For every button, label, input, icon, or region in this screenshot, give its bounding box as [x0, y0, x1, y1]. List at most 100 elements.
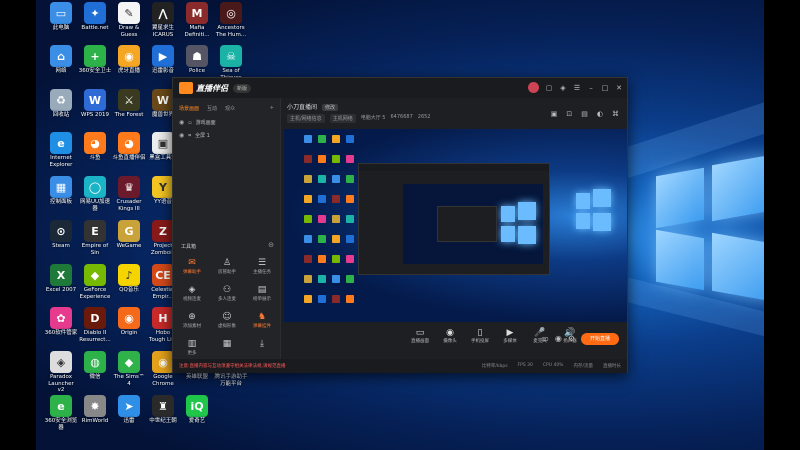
preview-mini-icon — [318, 235, 326, 243]
desktop-icon[interactable]: ➤ 迅雷 — [112, 395, 146, 425]
view-icon[interactable]: ◉ — [555, 334, 562, 343]
skin-icon[interactable]: ◈ — [559, 84, 567, 92]
desktop-icon[interactable]: ⋀ 翼星求生 ICARUS — [146, 2, 180, 38]
share-icon[interactable]: ⌘ — [612, 110, 619, 118]
tool-button[interactable]: ☺ 虚拟形象 — [212, 312, 242, 329]
desktop-icon[interactable]: ▶ 迅雷影音 — [146, 45, 180, 75]
desktop-icon[interactable]: ♛ Crusader Kings III — [112, 176, 146, 212]
lock-icon[interactable]: ▫ — [188, 120, 191, 126]
preview-mini-icon — [332, 295, 340, 303]
tab-interact[interactable]: 互动 — [207, 105, 217, 112]
room-category[interactable]: 主机/网络信息 — [287, 114, 325, 123]
desktop-icon[interactable]: +360安全卫士 — [78, 45, 112, 75]
version-pill[interactable]: 新版 — [233, 83, 252, 93]
tool-button[interactable]: ☰ 主播任务 — [247, 258, 277, 275]
desktop-icon[interactable]: ◎ Ancestors The Hum... — [214, 2, 248, 38]
tool-button[interactable]: ⤓ — [247, 339, 277, 350]
desktop-icon[interactable]: ▦ 控制面板 — [44, 176, 78, 206]
tool-icon: ⊕ — [188, 312, 196, 322]
desktop-icon[interactable]: ♜ 中世纪王朝 — [146, 395, 180, 425]
desktop-icon[interactable]: ◉ 虎牙直播 — [112, 45, 146, 75]
tool-icon: ⤓ — [260, 339, 264, 349]
desktop-icon[interactable]: E Empire of Sin — [78, 220, 112, 256]
desktop-icon[interactable]: ⊙ Steam — [44, 220, 78, 250]
settings-icon[interactable]: ☰ — [573, 84, 581, 92]
desktop-icon[interactable]: ✎ Draw & Guess — [112, 2, 146, 38]
source-button[interactable]: ▭ 直播画面 — [407, 328, 433, 344]
desktop-icon[interactable]: G WeGame — [112, 220, 146, 250]
add-scene-icon[interactable]: + — [270, 105, 274, 112]
desktop-icon[interactable]: iQ 爱奇艺 — [180, 395, 214, 425]
record-icon[interactable]: ▤ — [581, 110, 588, 118]
screenshot-icon[interactable]: ▣ — [551, 110, 558, 118]
camera-toggle-icon[interactable]: ▭ — [541, 334, 549, 343]
desktop-icon[interactable]: ◉ Origin — [112, 307, 146, 337]
desktop-icon[interactable]: ◈ Paradox Launcher v2 — [44, 351, 78, 394]
tab-audience[interactable]: 观众 — [225, 105, 235, 112]
app-icon: ⋀ — [152, 2, 174, 24]
app-titlebar[interactable]: 直播伴侣 新版 ▢ ◈ ☰ – □ ✕ — [173, 78, 627, 98]
source-button[interactable]: ◉ 摄像头 — [437, 328, 463, 344]
desktop-icon[interactable]: ◯ 网易UU加速器 — [78, 176, 112, 212]
minimize-icon[interactable]: – — [587, 84, 595, 92]
tab-scenes[interactable]: 场景画面 — [179, 105, 199, 112]
app-icon: ◉ — [118, 45, 140, 67]
app-icon: ✦ — [84, 2, 106, 24]
desktop-icon[interactable]: ▭ 此电脑 — [44, 2, 78, 32]
desktop-icon[interactable]: ⌂ 网络 — [44, 45, 78, 75]
desktop-icon[interactable]: e Internet Explorer — [44, 132, 78, 168]
desktop-icon[interactable]: ☗ Police — [180, 45, 214, 75]
tool-button[interactable]: ⚇ 多人连麦 — [212, 285, 242, 302]
stream-preview[interactable] — [284, 129, 627, 322]
live-streaming-app-window[interactable]: 直播伴侣 新版 ▢ ◈ ☰ – □ ✕ 场景画面 互动 观众 + ◉ ▫ 游戏画… — [172, 77, 628, 373]
tool-button[interactable]: ◈ 视频连麦 — [177, 285, 207, 302]
desktop-icon[interactable]: ◕ 斗鱼 — [78, 132, 112, 162]
eye-icon[interactable]: ◉ — [179, 132, 184, 139]
desktop-icon[interactable]: ◆ GeForce Experience — [78, 264, 112, 300]
desktop-icon[interactable]: D Diablo II Resurrect... — [78, 307, 112, 343]
desktop-icon[interactable]: X Excel 2007 — [44, 264, 78, 294]
preview-mini-icon — [346, 275, 354, 283]
tool-button[interactable]: ⊕ 添加素材 — [177, 312, 207, 329]
avatar[interactable] — [528, 82, 539, 93]
message-icon[interactable]: ▢ — [545, 84, 553, 92]
go-live-button[interactable]: 开始直播 — [581, 333, 619, 345]
frame-icon[interactable]: ⌗ — [188, 133, 191, 139]
desktop-icon[interactable]: ✸ RimWorld — [78, 395, 112, 425]
tool-button[interactable]: ▥ 更多 — [177, 339, 207, 356]
tool-button[interactable]: ♙ 房管助手 — [212, 258, 242, 275]
tool-button[interactable]: ▦ — [212, 339, 242, 350]
desktop-icon[interactable]: ♪ QQ音乐 — [112, 264, 146, 294]
close-icon[interactable]: ✕ — [615, 84, 623, 92]
maximize-icon[interactable]: □ — [601, 84, 609, 92]
desktop-icon[interactable]: ♻ 回收站 — [44, 89, 78, 119]
desktop-icon[interactable]: ◍ 微信 — [78, 351, 112, 381]
tool-button[interactable]: ♞ 弹幕挂件 — [247, 312, 277, 329]
desktop-icon[interactable]: W WPS 2019 — [78, 89, 112, 119]
settings-icon[interactable]: ⚙ — [568, 334, 575, 343]
desktop-icon-label: Police — [189, 68, 205, 74]
beauty-icon[interactable]: ◐ — [597, 110, 603, 118]
desktop-icon[interactable]: ✦ Battle.net — [78, 2, 112, 32]
app-icon: ◕ — [118, 132, 140, 154]
status-bar: 注意:直播内容与互动须遵守相关法律法规,请规范直播 比特率/kbps FPS 3… — [173, 359, 627, 373]
source-button[interactable]: ▯ 手机投屏 — [467, 328, 493, 344]
desktop-icon[interactable]: ◆ The Sims™ 4 — [112, 351, 146, 387]
preview-mini-icon — [318, 215, 326, 223]
tool-button[interactable]: ▤ 榜单展示 — [247, 285, 277, 302]
room-network[interactable]: 主机网络 — [329, 114, 356, 123]
desktop-icon[interactable]: ⚔ The Forest — [112, 89, 146, 119]
scene-item[interactable]: ◉ ⌗ 全屏 1 — [173, 129, 280, 142]
eye-icon[interactable]: ◉ — [179, 119, 184, 126]
edit-title-button[interactable]: 修改 — [321, 104, 338, 111]
toolbox-settings-icon[interactable]: ⊝ — [268, 241, 274, 249]
desktop-icon[interactable]: ✿ 360软件管家 — [44, 307, 78, 337]
desktop-icon[interactable]: ☠Sea of Thieves — [214, 45, 248, 81]
source-button[interactable]: ▶ 多媒体 — [497, 328, 523, 344]
desktop-icon[interactable]: M Mafia Definiti... — [180, 2, 214, 38]
tool-button[interactable]: ✉ 弹幕助手 — [177, 258, 207, 275]
desktop-icon[interactable]: e 360安全浏览器 — [44, 395, 78, 431]
desktop-icon[interactable]: ◕ 斗鱼直播伴侣 — [112, 132, 146, 162]
scene-item[interactable]: ◉ ▫ 游戏画面 — [173, 116, 280, 129]
lock-icon[interactable]: ⊡ — [566, 110, 572, 118]
